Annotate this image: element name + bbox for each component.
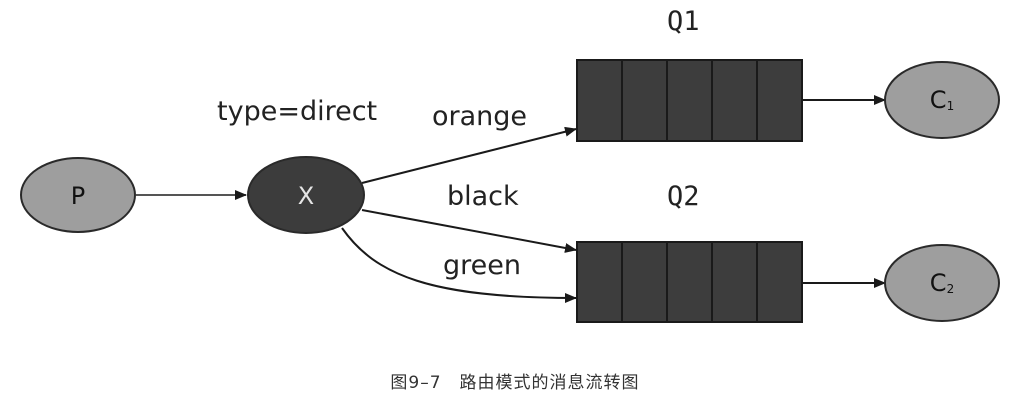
edge-exchange-to-q2-black [361,209,577,253]
exchange-node: X [247,156,365,234]
queue-1-name: Q1 [667,6,700,37]
consumer-2-node: C2 [884,244,1000,322]
queue-1 [576,59,803,142]
figure-caption: 图9–7 路由模式的消息流转图 [390,373,640,393]
binding-label-orange: orange [432,101,527,132]
binding-label-black: black [447,181,519,212]
exchange-label: X [298,182,314,210]
producer-node: P [20,157,136,233]
producer-label: P [71,182,85,210]
binding-label-green: green [443,250,521,281]
consumer-1-node: C1 [884,61,1000,139]
routing-diagram: P X type=direct orange black green Q1 Q2… [20,6,1000,323]
edge-exchange-to-q1 [361,126,577,184]
exchange-type-label: type=direct [217,96,377,127]
queue-2 [576,241,803,323]
queue-2-name: Q2 [667,181,700,212]
